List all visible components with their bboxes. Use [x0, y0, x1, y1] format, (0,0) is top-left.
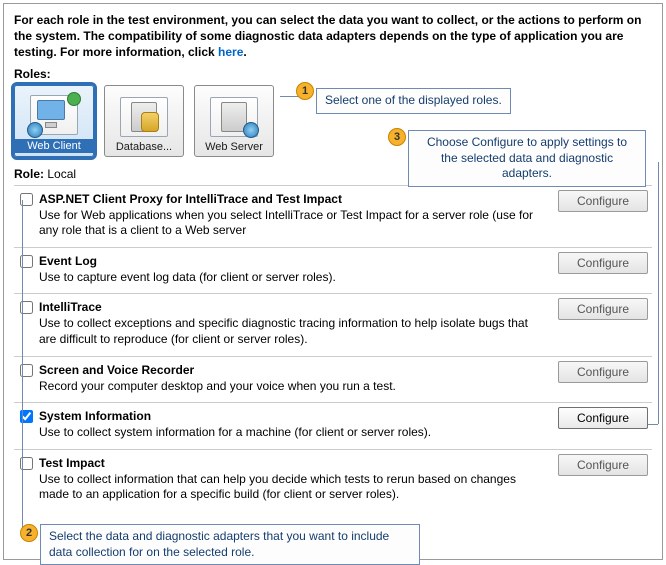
adapter-test-impact: Test Impact Use to collect information t… — [14, 449, 652, 511]
adapter-system-info: System Information Use to collect system… — [14, 402, 652, 449]
adapter-list: ASP.NET Client Proxy for IntelliTrace an… — [14, 185, 652, 541]
roles-label: Roles: — [14, 67, 652, 81]
adapter-title: ASP.NET Client Proxy for IntelliTrace an… — [39, 192, 342, 206]
adapter-event-log: Event Log Use to capture event log data … — [14, 247, 652, 294]
database-icon — [120, 97, 168, 137]
role-label: Web Client — [15, 139, 93, 153]
callout-connector — [648, 424, 658, 425]
server-icon — [210, 97, 258, 137]
adapter-desc: Use to collect information that can help… — [39, 472, 542, 503]
callout-number: 1 — [296, 82, 314, 100]
adapter-desc: Use for Web applications when you select… — [39, 208, 542, 239]
monitor-icon — [30, 95, 78, 135]
intro-after: . — [243, 45, 246, 59]
callout-number: 3 — [388, 128, 406, 146]
adapter-title: Screen and Voice Recorder — [39, 363, 194, 377]
configure-button[interactable]: Configure — [558, 454, 648, 476]
adapter-desc: Use to collect system information for a … — [39, 425, 542, 441]
role-tile-web-client[interactable]: Web Client — [14, 85, 94, 157]
role-tile-web-server[interactable]: Web Server — [194, 85, 274, 157]
adapter-desc: Use to capture event log data (for clien… — [39, 270, 542, 286]
configure-button[interactable]: Configure — [558, 190, 648, 212]
callout-connector — [658, 162, 659, 424]
adapter-title: Test Impact — [39, 456, 105, 470]
role-prefix: Role: — [14, 167, 47, 181]
configure-button[interactable]: Configure — [558, 252, 648, 274]
adapter-title: Event Log — [39, 254, 97, 268]
adapter-title: IntelliTrace — [39, 300, 102, 314]
adapter-desc: Record your computer desktop and your vo… — [39, 379, 542, 395]
configure-button[interactable]: Configure — [558, 298, 648, 320]
adapter-title: System Information — [39, 409, 151, 423]
role-label: Database... — [116, 141, 172, 153]
callout-1: Select one of the displayed roles. — [316, 88, 511, 114]
configure-button[interactable]: Configure — [558, 407, 648, 429]
configure-button[interactable]: Configure — [558, 361, 648, 383]
callout-3: Choose Configure to apply settings to th… — [408, 130, 646, 187]
role-tile-database[interactable]: Database... — [104, 85, 184, 157]
role-value: Local — [47, 167, 76, 181]
intro-help-link[interactable]: here — [218, 45, 243, 59]
intro-text: For each role in the test environment, y… — [14, 12, 652, 61]
adapter-aspnet-proxy: ASP.NET Client Proxy for IntelliTrace an… — [14, 185, 652, 247]
callout-connector — [22, 200, 23, 534]
adapter-desc: Use to collect exceptions and specific d… — [39, 316, 542, 347]
intro-before: For each role in the test environment, y… — [14, 13, 641, 59]
adapter-screen-voice: Screen and Voice Recorder Record your co… — [14, 356, 652, 403]
callout-number: 2 — [20, 524, 38, 542]
callout-2: Select the data and diagnostic adapters … — [40, 524, 420, 565]
adapter-intellitrace: IntelliTrace Use to collect exceptions a… — [14, 293, 652, 355]
settings-panel: For each role in the test environment, y… — [3, 3, 663, 560]
role-label: Web Server — [205, 141, 263, 153]
